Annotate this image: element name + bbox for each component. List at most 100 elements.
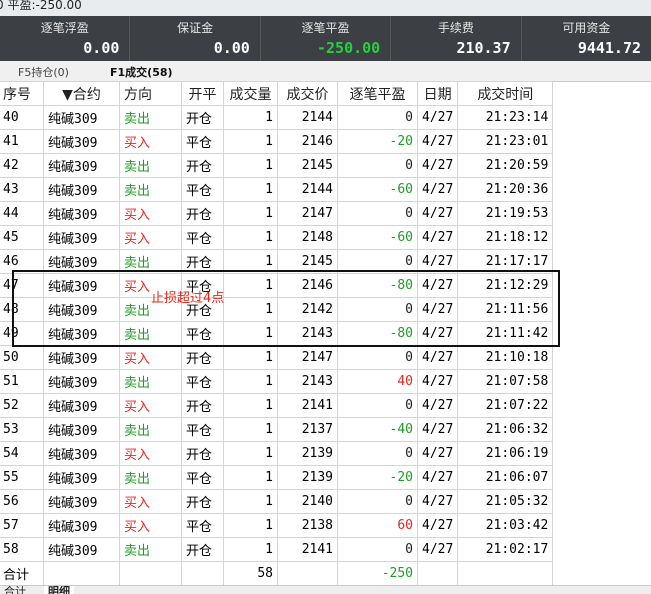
cell-price: 2144 bbox=[277, 177, 338, 202]
cell-date: 4/27 bbox=[416, 513, 459, 538]
table-row[interactable]: 48 纯碱309 卖出 开仓 1 2142 0 4/27 21:11:56 bbox=[0, 297, 554, 322]
cell-date: 4/27 bbox=[416, 249, 459, 274]
cell-volume: 1 bbox=[223, 249, 278, 274]
cell-seq: 52 bbox=[0, 393, 44, 418]
cell-pnl: 0 bbox=[337, 153, 418, 178]
cell-price: 2147 bbox=[277, 201, 338, 226]
column-header-direction[interactable]: 方向 bbox=[119, 81, 182, 106]
cell-contract: 纯碱309 bbox=[43, 513, 120, 538]
table-row[interactable]: 50 纯碱309 买入 开仓 1 2147 0 4/27 21:10:18 bbox=[0, 345, 554, 370]
cell-volume: 1 bbox=[223, 345, 278, 370]
cell-volume: 1 bbox=[223, 537, 278, 562]
column-header-time[interactable]: 成交时间 bbox=[457, 81, 554, 106]
cell-volume: 1 bbox=[223, 273, 278, 298]
column-header-seq[interactable]: 序号 bbox=[0, 81, 44, 106]
cell-time: 21:18:12 bbox=[457, 225, 554, 250]
table-row[interactable]: 49 纯碱309 卖出 平仓 1 2143 -80 4/27 21:11:42 bbox=[0, 321, 554, 346]
cell-pnl: 0 bbox=[337, 105, 418, 130]
totals-pnl: -250 bbox=[337, 561, 418, 586]
table-row[interactable]: 52 纯碱309 买入 开仓 1 2141 0 4/27 21:07:22 bbox=[0, 393, 554, 418]
cell-contract: 纯碱309 bbox=[43, 153, 120, 178]
stat-available-funds: 可用资金 9441.72 bbox=[522, 16, 651, 61]
cell-open-close: 开仓 bbox=[181, 489, 224, 514]
cell-date: 4/27 bbox=[416, 489, 459, 514]
filter-icon[interactable]: ▼ bbox=[62, 87, 73, 103]
cell-contract: 纯碱309 bbox=[43, 249, 120, 274]
table-row[interactable]: 46 纯碱309 卖出 开仓 1 2145 0 4/27 21:17:17 bbox=[0, 249, 554, 274]
cell-open-close: 开仓 bbox=[181, 345, 224, 370]
cell-price: 2142 bbox=[277, 297, 338, 322]
stat-label: 逐笔平盈 bbox=[301, 21, 350, 35]
cell-time: 21:17:17 bbox=[457, 249, 554, 274]
cell-open-close: 开仓 bbox=[181, 441, 224, 466]
cell-price: 2146 bbox=[277, 273, 338, 298]
cell-pnl: -20 bbox=[337, 465, 418, 490]
table-row[interactable]: 51 纯碱309 卖出 平仓 1 2143 40 4/27 21:07:58 bbox=[0, 369, 554, 394]
cell-volume: 1 bbox=[223, 201, 278, 226]
cell-volume: 1 bbox=[223, 393, 278, 418]
stat-floating-pnl: 逐笔浮盈 0.00 bbox=[0, 16, 131, 61]
tab-positions[interactable]: F5持仓(0) bbox=[18, 64, 69, 80]
cell-open-close: 平仓 bbox=[181, 369, 224, 394]
cell-time: 21:23:14 bbox=[457, 105, 554, 130]
table-row[interactable]: 44 纯碱309 买入 开仓 1 2147 0 4/27 21:19:53 bbox=[0, 201, 554, 226]
cell-date: 4/27 bbox=[416, 129, 459, 154]
cell-direction: 卖出 bbox=[119, 177, 182, 202]
cell-time: 21:12:29 bbox=[457, 273, 554, 298]
cell-open-close: 开仓 bbox=[181, 393, 224, 418]
cell-open-close: 平仓 bbox=[181, 129, 224, 154]
cell-price: 2145 bbox=[277, 153, 338, 178]
column-header-open-close[interactable]: 开平 bbox=[181, 81, 224, 106]
table-row[interactable]: 47 纯碱309 买入 平仓 1 2146 -80 4/27 21:12:29 bbox=[0, 273, 554, 298]
cell-direction: 买入 bbox=[119, 489, 182, 514]
cell-price: 2138 bbox=[277, 513, 338, 538]
cell-open-close: 平仓 bbox=[181, 177, 224, 202]
column-header-volume[interactable]: 成交量 bbox=[223, 81, 278, 106]
table-row[interactable]: 43 纯碱309 卖出 平仓 1 2144 -60 4/27 21:20:36 bbox=[0, 177, 554, 202]
cell-open-close: 平仓 bbox=[181, 225, 224, 250]
cell-time: 21:11:56 bbox=[457, 297, 554, 322]
account-summary-text: 0 平盈:-250.00 bbox=[0, 0, 82, 12]
cell-time: 21:23:01 bbox=[457, 129, 554, 154]
column-header-contract[interactable]: ▼合约 bbox=[43, 81, 120, 106]
cell-seq: 49 bbox=[0, 321, 44, 346]
stat-value: 0.00 bbox=[213, 39, 250, 57]
tab-trades[interactable]: F1成交(58) bbox=[110, 64, 173, 80]
column-header-date[interactable]: 日期 bbox=[416, 81, 459, 106]
cell-volume: 1 bbox=[223, 417, 278, 442]
cell-direction: 买入 bbox=[119, 225, 182, 250]
column-header-price[interactable]: 成交价 bbox=[277, 81, 338, 106]
stat-margin: 保证金 0.00 bbox=[130, 16, 261, 61]
cell-contract: 纯碱309 bbox=[43, 489, 120, 514]
cell-open-close: 开仓 bbox=[181, 249, 224, 274]
cell-direction: 卖出 bbox=[119, 321, 182, 346]
cell-direction: 买入 bbox=[119, 345, 182, 370]
cell-pnl: 0 bbox=[337, 249, 418, 274]
trades-table: 序号 ▼合约 方向 开平 成交量 成交价 逐笔平盈 日期 成交时间 40 纯碱30… bbox=[0, 81, 554, 586]
cell-seq: 41 bbox=[0, 129, 44, 154]
cell-volume: 1 bbox=[223, 225, 278, 250]
stat-label: 手续费 bbox=[437, 21, 474, 35]
cell-seq: 55 bbox=[0, 465, 44, 490]
cell-seq: 56 bbox=[0, 489, 44, 514]
table-row[interactable]: 57 纯碱309 买入 平仓 1 2138 60 4/27 21:03:42 bbox=[0, 513, 554, 538]
table-row[interactable]: 42 纯碱309 卖出 开仓 1 2145 0 4/27 21:20:59 bbox=[0, 153, 554, 178]
cell-price: 2146 bbox=[277, 129, 338, 154]
column-header-pnl[interactable]: 逐笔平盈 bbox=[337, 81, 418, 106]
cell-date: 4/27 bbox=[416, 273, 459, 298]
table-row[interactable]: 54 纯碱309 买入 开仓 1 2139 0 4/27 21:06:19 bbox=[0, 441, 554, 466]
table-row[interactable]: 55 纯碱309 卖出 平仓 1 2139 -20 4/27 21:06:07 bbox=[0, 465, 554, 490]
table-row[interactable]: 40 纯碱309 卖出 开仓 1 2144 0 4/27 21:23:14 bbox=[0, 105, 554, 130]
cell-time: 21:03:42 bbox=[457, 513, 554, 538]
cell-time: 21:19:53 bbox=[457, 201, 554, 226]
table-row[interactable]: 56 纯碱309 买入 开仓 1 2140 0 4/27 21:05:32 bbox=[0, 489, 554, 514]
cell-date: 4/27 bbox=[416, 369, 459, 394]
cell-volume: 1 bbox=[223, 513, 278, 538]
cell-direction: 卖出 bbox=[119, 369, 182, 394]
table-row[interactable]: 45 纯碱309 买入 平仓 1 2148 -60 4/27 21:18:12 bbox=[0, 225, 554, 250]
cell-contract: 纯碱309 bbox=[43, 105, 120, 130]
cell-volume: 1 bbox=[223, 105, 278, 130]
table-row[interactable]: 41 纯碱309 买入 平仓 1 2146 -20 4/27 21:23:01 bbox=[0, 129, 554, 154]
table-row[interactable]: 53 纯碱309 卖出 平仓 1 2137 -40 4/27 21:06:32 bbox=[0, 417, 554, 442]
table-row[interactable]: 58 纯碱309 卖出 开仓 1 2141 0 4/27 21:02:17 bbox=[0, 537, 554, 562]
